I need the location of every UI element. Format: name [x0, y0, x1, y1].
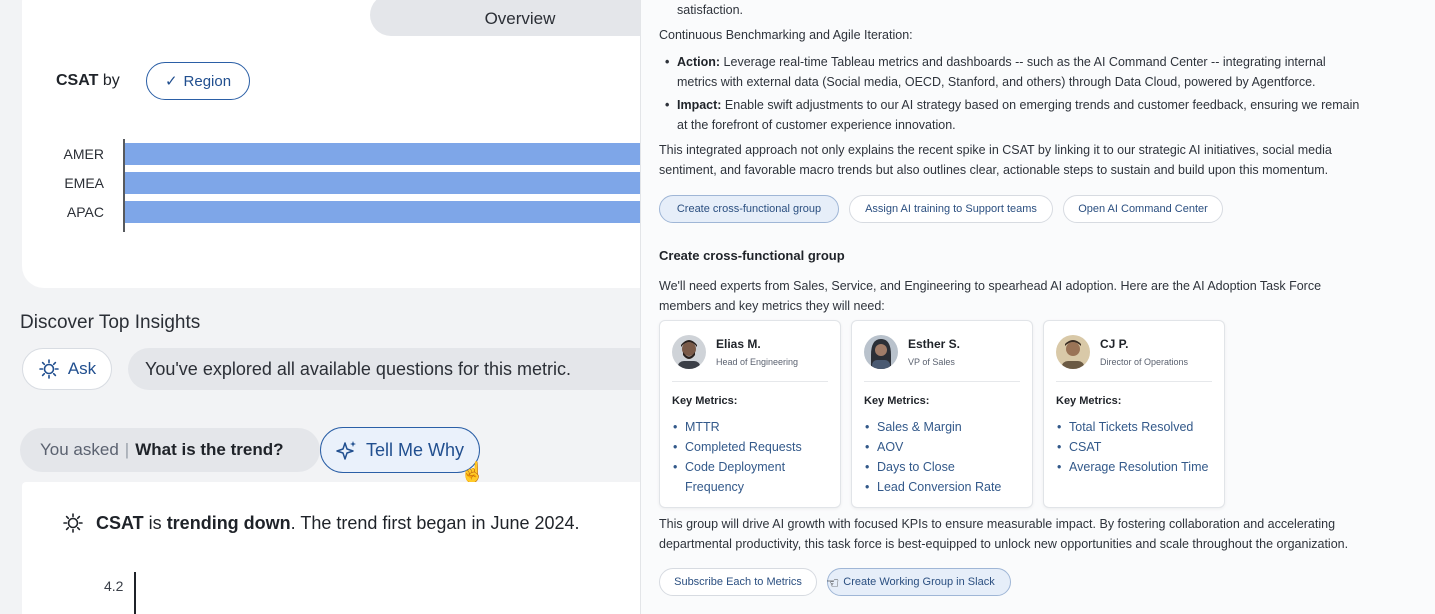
divider — [864, 381, 1020, 382]
person-card-cj: CJ P. Director of Operations Key Metrics… — [1043, 320, 1225, 508]
bar-label-amer: AMER — [64, 146, 104, 162]
key-metrics-label: Key Metrics: — [1056, 395, 1122, 407]
summary-line1: This integrated approach not only explai… — [659, 143, 1332, 157]
open-ai-command-center-button[interactable]: Open AI Command Center — [1063, 195, 1223, 223]
impact-line1: Enable swift adjustments to our AI strat… — [721, 98, 1360, 112]
person-name: Elias M. — [716, 337, 761, 351]
closing-line1: This group will drive AI growth with foc… — [659, 517, 1336, 531]
y-axis-tick: 4.2 — [104, 578, 124, 594]
bar-label-emea: EMEA — [64, 175, 104, 191]
person-title: VP of Sales — [908, 357, 955, 367]
action-line1: Leverage real-time Tableau metrics and d… — [720, 55, 1326, 69]
tell-me-why-button[interactable]: Tell Me Why — [320, 427, 480, 473]
explored-all-message: You've explored all available questions … — [128, 348, 640, 390]
sparkle-icon — [336, 441, 356, 460]
bar-apac[interactable] — [125, 201, 640, 223]
closing-paragraph: This group will drive AI growth with foc… — [659, 514, 1348, 554]
key-metrics-label: Key Metrics: — [672, 395, 738, 407]
metric-item[interactable]: Days to Close — [864, 457, 1024, 477]
assign-ai-training-button[interactable]: Assign AI training to Support teams — [849, 195, 1053, 223]
person-title: Director of Operations — [1100, 357, 1189, 367]
impact-label: Impact: — [677, 98, 722, 112]
trend-status: trending down — [166, 512, 291, 533]
create-cross-functional-group-button[interactable]: Create cross-functional group — [659, 195, 839, 223]
metric-item[interactable]: Total Tickets Resolved — [1056, 417, 1216, 437]
tab-overview[interactable]: Overview — [370, 0, 640, 36]
bar-amer[interactable] — [125, 143, 640, 165]
metric-item[interactable]: MTTR — [672, 417, 832, 437]
avatar — [864, 335, 898, 369]
divider — [672, 381, 828, 382]
satisfaction-tail: satisfaction. — [677, 3, 744, 17]
key-metrics-list: Sales & Margin AOV Days to Close Lead Co… — [864, 417, 1024, 497]
discover-insights-title: Discover Top Insights — [20, 312, 201, 333]
metric-item[interactable]: Average Resolution Time — [1056, 457, 1216, 477]
y-axis-line — [134, 572, 136, 614]
trend-text: CSAT is trending down. The trend first b… — [96, 513, 580, 534]
pointer-cursor-icon: ☜ — [826, 575, 840, 592]
lightbulb-icon — [63, 513, 83, 533]
trend-metric: CSAT — [96, 512, 144, 533]
key-metrics-list: Total Tickets Resolved CSAT Average Reso… — [1056, 417, 1216, 477]
ask-button[interactable]: Ask — [22, 348, 112, 390]
agent-response-pane: satisfaction. Continuous Benchmarking an… — [640, 0, 1435, 614]
trend-card — [22, 482, 640, 614]
intro-line1: We'll need experts from Sales, Service, … — [659, 279, 1322, 293]
tell-me-why-label: Tell Me Why — [365, 439, 464, 460]
intro-line2: members and key metrics they will need: — [659, 299, 885, 313]
csat-region-bar-chart: AMER EMEA APAC — [64, 139, 640, 232]
csat-title-metric: CSAT — [56, 72, 99, 89]
ask-label: Ask — [67, 359, 97, 378]
key-metrics-list: MTTR Completed Requests Code Deployment … — [672, 417, 832, 497]
section-title: Create cross-functional group — [659, 248, 845, 263]
person-name: CJ P. — [1100, 337, 1129, 351]
metric-item[interactable]: Sales & Margin — [864, 417, 1024, 437]
csat-card-title: CSAT by — [56, 72, 120, 90]
bar-emea[interactable] — [125, 172, 640, 194]
person-card-elias: Elias M. Head of Engineering Key Metrics… — [659, 320, 841, 508]
impact-line2: at the forefront of customer experience … — [677, 118, 956, 132]
metric-item[interactable]: Code Deployment Frequency — [672, 457, 832, 497]
metric-item[interactable]: AOV — [864, 437, 1024, 457]
metric-item[interactable]: CSAT — [1056, 437, 1216, 457]
trend-is: is — [143, 512, 167, 533]
region-filter-chip[interactable]: ✓ Region — [146, 62, 250, 100]
divider — [1056, 381, 1212, 382]
subscribe-each-to-metrics-button[interactable]: Subscribe Each to Metrics — [659, 568, 817, 596]
metric-item[interactable]: Completed Requests — [672, 437, 832, 457]
closing-line2: departmental productivity, this task for… — [659, 537, 1349, 551]
person-title: Head of Engineering — [716, 357, 799, 367]
trend-summary: CSAT is trending down. The trend first b… — [62, 512, 580, 534]
summary-line2: sentiment, and favorable macro trends bu… — [659, 163, 1329, 177]
csat-title-by: by — [98, 72, 120, 89]
lightbulb-icon — [39, 359, 59, 379]
bar-label-apac: APAC — [67, 204, 104, 220]
benchmark-heading: Continuous Benchmarking and Agile Iterat… — [659, 28, 913, 42]
asked-question-pill: You asked | What is the trend? — [20, 428, 320, 472]
avatar — [1056, 335, 1090, 369]
intro-paragraph: We'll need experts from Sales, Service, … — [659, 276, 1321, 316]
person-name: Esther S. — [908, 337, 961, 351]
trend-rest: . The trend first began in June 2024. — [290, 512, 580, 533]
asked-question: What is the trend? — [135, 440, 284, 459]
action-bullet: Action: Leverage real-time Tableau metri… — [663, 52, 1415, 92]
metric-item[interactable]: Lead Conversion Rate — [864, 477, 1024, 497]
key-metrics-label: Key Metrics: — [864, 395, 930, 407]
summary-paragraph: This integrated approach not only explai… — [659, 140, 1332, 180]
region-chip-label: Region — [183, 72, 232, 90]
impact-bullet: Impact: Enable swift adjustments to our … — [663, 95, 1415, 135]
avatar — [672, 335, 706, 369]
asked-prefix: You asked — [40, 440, 119, 459]
action-line2: metrics with external data (Social media… — [677, 75, 1316, 89]
action-label: Action: — [677, 55, 721, 69]
metric-pane: Overview CSAT by ✓ Region AMER EMEA APAC D… — [0, 0, 640, 614]
asked-separator: | — [124, 440, 130, 459]
create-working-group-slack-button[interactable]: Create Working Group in Slack — [827, 568, 1011, 596]
person-card-esther: Esther S. VP of Sales Key Metrics: Sales… — [851, 320, 1033, 508]
check-icon: ✓ — [164, 73, 178, 90]
